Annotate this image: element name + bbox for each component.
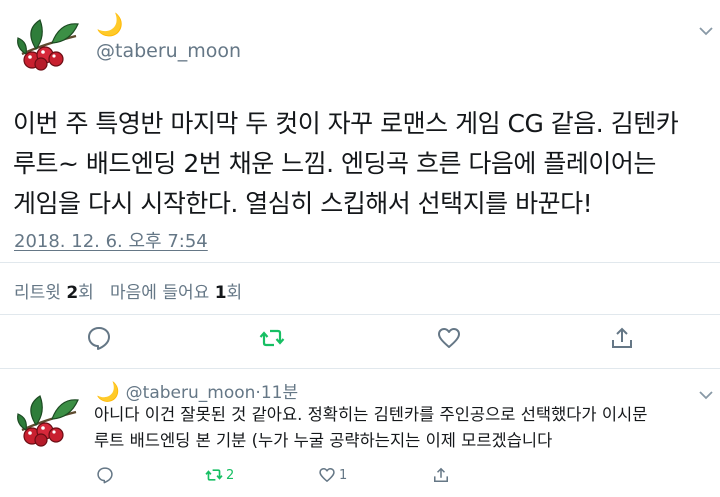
- reply-retweet-count: 2: [226, 467, 235, 483]
- retweets-count[interactable]: 2: [66, 283, 78, 303]
- reply-text-line: 루트 배드엔딩 본 기분 (누가 누굴 공략하는지는 이제 모르겠습니다: [94, 431, 553, 450]
- display-name-moon[interactable]: 🌙: [96, 381, 120, 403]
- speech-bubble-icon: [97, 467, 113, 484]
- avatar[interactable]: [14, 390, 82, 448]
- tweet-text-line: 루트~ 배드엔딩 2번 채운 느낌. 엔딩곡 흐른 다음에 플레이어는: [13, 149, 656, 178]
- likes-count[interactable]: 1: [215, 283, 227, 303]
- retweet-icon[interactable]: [259, 325, 285, 351]
- heart-icon[interactable]: [436, 325, 462, 351]
- user-handle[interactable]: @taberu_moon: [126, 383, 256, 403]
- chevron-down-icon[interactable]: [698, 386, 714, 400]
- berry-branch-icon: [17, 395, 79, 447]
- reply-like-count: 1: [339, 467, 348, 483]
- tweet-timestamp[interactable]: 2018. 12. 6. 오후 7:54: [14, 227, 208, 253]
- tweet-stats: 리트윗 2회 마음에 들어요 1회: [14, 278, 242, 303]
- berry-branch-icon: [17, 19, 79, 71]
- retweets-unit: 회: [78, 283, 94, 303]
- user-handle[interactable]: @taberu_moon: [96, 40, 241, 62]
- likes-unit: 회: [226, 283, 243, 303]
- divider: [0, 262, 720, 263]
- retweets-label[interactable]: 리트윗: [14, 283, 61, 303]
- reply-time[interactable]: 11분: [261, 383, 298, 403]
- reply-text-line: 아니다 이건 잘못된 것 같아요. 정확히는 김텐카를 주인공으로 선택했다가 …: [94, 405, 648, 424]
- divider: [0, 314, 720, 315]
- reply-reply-button[interactable]: [96, 465, 117, 485]
- speech-bubble-icon[interactable]: [86, 325, 112, 351]
- reply-tweet[interactable]: 🌙 @taberu_moon·11분 아니다 이건 잘못된 것 같아요. 정확히는…: [0, 372, 720, 497]
- reply-share-button[interactable]: [432, 465, 453, 485]
- reply-header: 🌙 @taberu_moon·11분: [96, 378, 298, 403]
- share-icon: [434, 467, 448, 482]
- likes-label[interactable]: 마음에 들어요: [110, 283, 209, 303]
- divider: [0, 368, 720, 369]
- reply-retweet-button[interactable]: 2: [205, 465, 234, 485]
- retweet-icon: [205, 469, 223, 481]
- avatar[interactable]: [14, 14, 82, 72]
- chevron-down-icon[interactable]: [698, 22, 714, 36]
- heart-icon: [319, 468, 335, 482]
- tweet-text: 이번 주 특영반 마지막 두 컷이 자꾸 로맨스 게임 CG 같음. 김텐카 루…: [13, 104, 713, 224]
- display-name-moon[interactable]: 🌙: [96, 14, 123, 38]
- tweet-text-line: 이번 주 특영반 마지막 두 컷이 자꾸 로맨스 게임 CG 같음. 김텐카: [13, 109, 679, 138]
- reply-like-button[interactable]: 1: [318, 465, 347, 485]
- reply-text: 아니다 이건 잘못된 것 같아요. 정확히는 김텐카를 주인공으로 선택했다가 …: [94, 402, 714, 454]
- main-tweet: 🌙 @taberu_moon 이번 주 특영반 마지막 두 컷이 자꾸 로맨스 …: [0, 0, 720, 372]
- share-icon[interactable]: [609, 325, 635, 351]
- tweet-text-line: 게임을 다시 시작한다. 열심히 스킵해서 선택지를 바꾼다!: [13, 189, 593, 218]
